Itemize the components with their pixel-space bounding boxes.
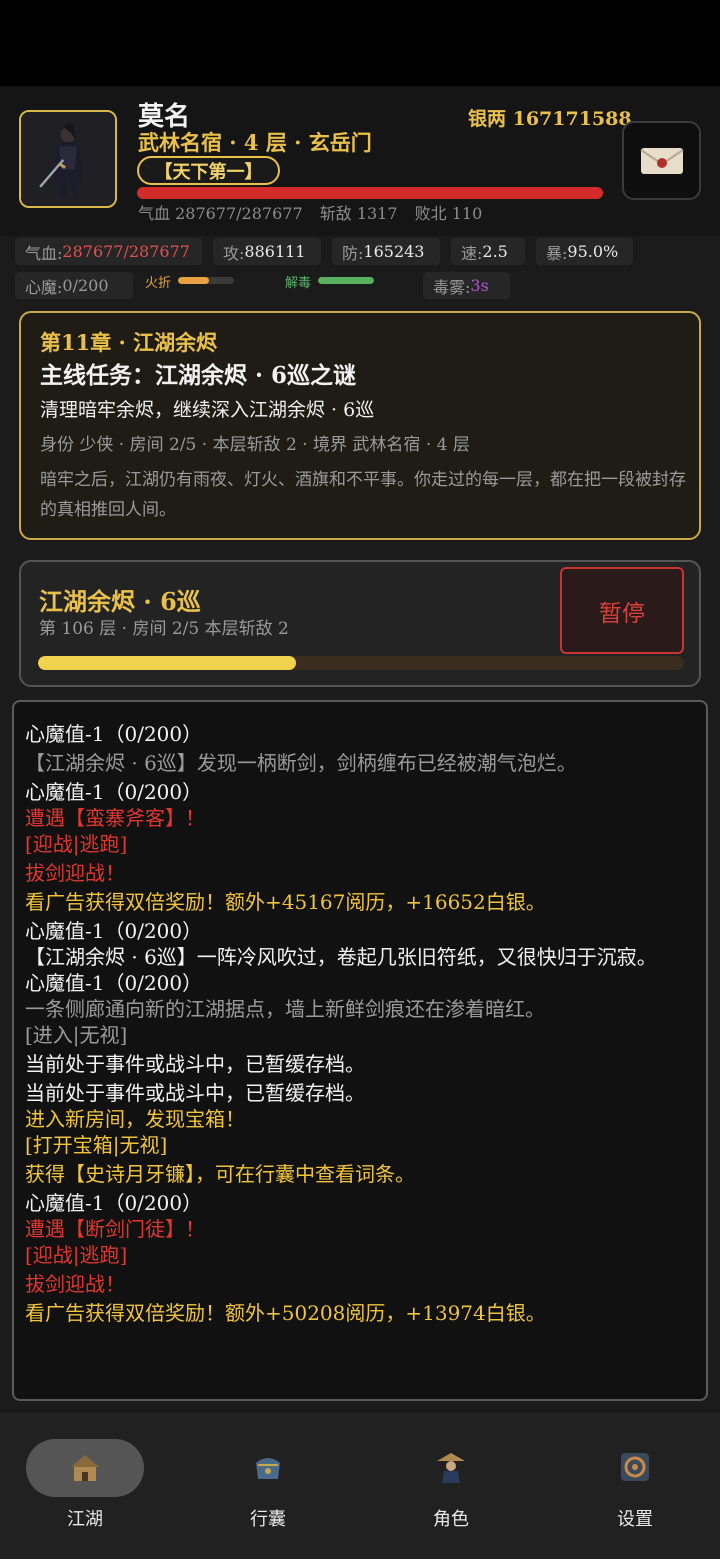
stat-hp-value: 287677/287677 xyxy=(62,242,190,261)
log-line: [进入|无视] xyxy=(25,1023,128,1047)
tab-character[interactable]: 角色 xyxy=(392,1439,510,1539)
log-line: 心魔值-1（0/200） xyxy=(25,1191,203,1215)
qixue-text: 气血 287677/287677 xyxy=(138,204,303,223)
stat-attack-value: 886111 xyxy=(244,242,306,261)
quest-panel: 第11章 · 江湖余烬 主线任务：江湖余烬 · 6巡之谜 清理暗牢余烬，继续深入… xyxy=(19,311,701,540)
bottom-tab-bar: 江湖 行囊 角色 设置 xyxy=(0,1413,720,1559)
player-header: 莫名 银两 167171588 武林名宿 · 4 层 · 玄岳门 【天下第一】 … xyxy=(0,86,720,236)
log-line: 【江湖余烬 · 6巡】一阵冷风吹过，卷起几张旧符纸，又很快归于沉寂。 xyxy=(25,945,657,969)
floor-panel: 江湖余烬 · 6巡 第 106 层 · 房间 2/5 本层斩敌 2 暂停 xyxy=(19,560,701,687)
stat-speed-value: 2.5 xyxy=(482,242,508,261)
log-line: 获得【史诗月牙镰】，可在行囊中查看词条。 xyxy=(25,1162,415,1186)
log-line: [迎战|逃跑] xyxy=(25,832,128,856)
log-line: 拔剑迎战！ xyxy=(25,861,125,885)
floor-progress-bar xyxy=(38,656,684,670)
quest-chapter: 第11章 · 江湖余烬 xyxy=(40,330,218,355)
floor-meta: 第 106 层 · 房间 2/5 本层斩敌 2 xyxy=(39,619,289,639)
log-line: 当前处于事件或战斗中，已暂缓存档。 xyxy=(25,1052,365,1076)
stat-demon: 心魔: 0/200 xyxy=(15,272,133,299)
stat-poison-value: 3s xyxy=(470,276,489,295)
log-line: 看广告获得双倍奖励！额外+50208阅历，+13974白银。 xyxy=(25,1301,546,1325)
event-log[interactable]: 心魔值-1（0/200） 【江湖余烬 · 6巡】发现一柄断剑，剑柄缠布已经被潮气泡… xyxy=(12,700,708,1401)
quest-goal: 清理暗牢余烬，继续深入江湖余烬 · 6巡 xyxy=(40,399,375,421)
stat-speed: 速: 2.5 xyxy=(451,238,525,265)
log-line: 看广告获得双倍奖励！额外+45167阅历，+16652白银。 xyxy=(25,890,546,914)
tab-bag[interactable]: 行囊 xyxy=(209,1439,327,1539)
quest-description: 暗牢之后，江湖仍有雨夜、灯火、酒旗和不平事。你走过的每一层，都在把一段被封存的真… xyxy=(40,470,686,520)
log-line: 当前处于事件或战斗中，已暂缓存档。 xyxy=(25,1081,365,1105)
mail-button[interactable] xyxy=(622,121,701,200)
tab-settings[interactable]: 设置 xyxy=(576,1439,694,1539)
bag-icon xyxy=(256,1458,280,1479)
stat-defense: 防: 165243 xyxy=(332,238,440,265)
character-icon xyxy=(437,1453,465,1483)
log-line: 进入新房间，发现宝箱！ xyxy=(25,1107,245,1131)
tab-settings-label: 设置 xyxy=(617,1509,653,1530)
envelope-icon xyxy=(639,147,684,174)
kills-text: 斩敌 1317 xyxy=(319,204,398,223)
tab-character-label: 角色 xyxy=(433,1509,469,1530)
floor-title: 江湖余烬 · 6巡 xyxy=(39,587,201,616)
stat-attack: 攻: 886111 xyxy=(213,238,321,265)
log-line: 心魔值-1（0/200） xyxy=(25,919,203,943)
title-badge: 【天下第一】 xyxy=(137,156,280,185)
settings-icon xyxy=(621,1453,649,1481)
fire-label: 火折 xyxy=(145,276,172,291)
tab-bag-label: 行囊 xyxy=(250,1509,286,1530)
event-log-list: 心魔值-1（0/200） 【江湖余烬 · 6巡】发现一柄断剑，剑柄缠布已经被潮气泡… xyxy=(25,720,701,1328)
silver-amount: 银两 167171588 xyxy=(468,108,632,130)
tab-jianghu-label: 江湖 xyxy=(67,1509,103,1530)
town-icon xyxy=(71,1455,99,1481)
detox-label: 解毒 xyxy=(285,276,312,291)
pause-button[interactable]: 暂停 xyxy=(560,567,684,654)
status-bar xyxy=(0,0,720,86)
log-line: 心魔值-1（0/200） xyxy=(25,722,203,746)
log-line: 拔剑迎战！ xyxy=(25,1272,125,1296)
log-line: 【江湖余烬 · 6巡】发现一柄断剑，剑柄缠布已经被潮气泡烂。 xyxy=(25,751,577,775)
fire-bar xyxy=(178,277,234,284)
quest-title: 主线任务：江湖余烬 · 6巡之谜 xyxy=(40,362,357,389)
log-line: 心魔值-1（0/200） xyxy=(25,780,203,804)
stat-demon-value: 0/200 xyxy=(62,276,109,295)
detox-bar xyxy=(318,277,374,284)
stat-crit: 暴: 95.0% xyxy=(536,238,633,265)
hp-bar xyxy=(137,187,603,199)
log-line: 遭遇【蛮寨斧客】！ xyxy=(25,806,205,830)
stat-defense-value: 165243 xyxy=(363,242,425,261)
log-line: 一条侧廊通向新的江湖据点，墙上新鲜剑痕还在渗着暗红。 xyxy=(25,997,545,1021)
defeats-text: 败北 110 xyxy=(414,204,483,223)
player-rank: 武林名宿 · 4 层 · 玄岳门 xyxy=(138,130,372,155)
log-line: [迎战|逃跑] xyxy=(25,1243,128,1267)
stat-poison: 毒雾: 3s xyxy=(423,272,510,299)
stat-crit-value: 95.0% xyxy=(567,242,619,261)
quest-meta: 身份 少侠 · 房间 2/5 · 本层斩敌 2 · 境界 武林名宿 · 4 层 xyxy=(40,435,470,455)
log-line: 心魔值-1（0/200） xyxy=(25,971,203,995)
stat-hp: 气血: 287677/287677 xyxy=(15,238,202,265)
player-avatar[interactable] xyxy=(19,110,117,208)
tab-jianghu[interactable]: 江湖 xyxy=(26,1439,144,1539)
log-line: 遭遇【断剑门徒】！ xyxy=(25,1217,205,1241)
swordsman-portrait-icon xyxy=(21,112,115,206)
player-substats: 气血 287677/287677 斩敌 1317 败北 110 xyxy=(138,200,494,224)
log-line: [打开宝箱|无视] xyxy=(25,1133,168,1157)
